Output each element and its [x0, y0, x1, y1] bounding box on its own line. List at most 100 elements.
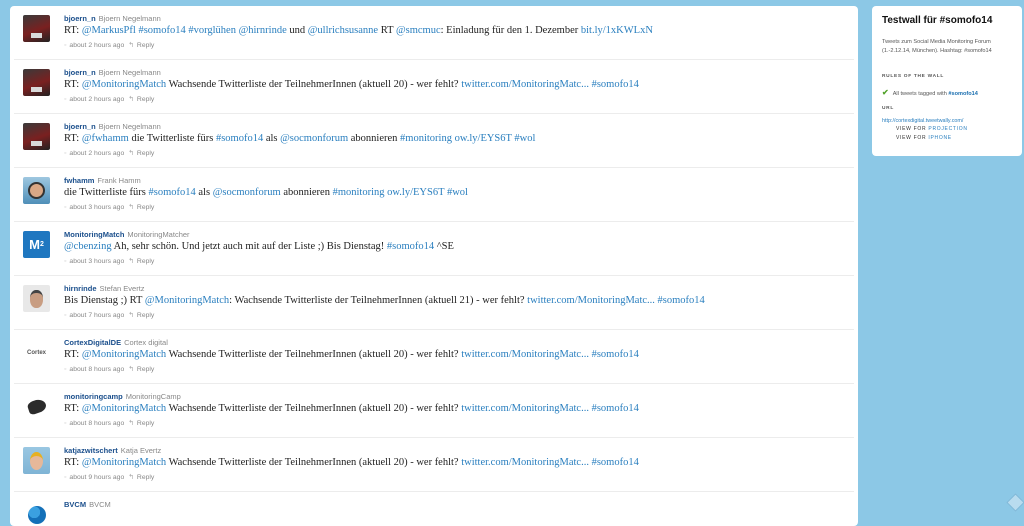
reply-icon[interactable]: ↰	[128, 258, 134, 265]
avatar[interactable]	[23, 15, 50, 42]
tweet-username[interactable]: bjoern_n	[64, 122, 96, 131]
projection-label[interactable]: PROJECTION	[928, 126, 967, 132]
check-icon: ✔	[882, 88, 889, 97]
tweet-link[interactable]: twitter.com/MonitoringMatc...	[461, 79, 589, 90]
avatar[interactable]: M2	[23, 231, 50, 258]
rules-heading: RULES OF THE WALL	[882, 74, 944, 79]
reply-button[interactable]: Reply	[137, 258, 154, 265]
tweet-link[interactable]: @MonitoringMatch	[82, 349, 166, 360]
corner-icon[interactable]	[1006, 493, 1024, 512]
reply-button[interactable]: Reply	[137, 366, 154, 373]
tweet-username[interactable]: katjazwitschert	[64, 446, 118, 455]
tweet-username[interactable]: BVCM	[64, 500, 86, 509]
tweet-link[interactable]: @fwhamm	[82, 133, 129, 144]
avatar[interactable]	[23, 177, 50, 204]
tweet-link[interactable]: #somofo14	[138, 25, 185, 36]
reply-button[interactable]: Reply	[137, 204, 154, 211]
tweet-timestamp[interactable]: about 8 hours ago	[69, 420, 124, 427]
tweet-link[interactable]: @MonitoringMatch	[82, 79, 166, 90]
tweet-username[interactable]: CortexDigitalDE	[64, 338, 121, 347]
tweet-meta: ◦ about 7 hours ago ↰ Reply	[64, 311, 154, 319]
tweet-link[interactable]: #somofo14	[387, 241, 434, 252]
tweet-username[interactable]: fwhamm	[64, 176, 94, 185]
tweet-timestamp[interactable]: about 8 hours ago	[69, 366, 124, 373]
tweet-link[interactable]: #wol	[447, 187, 468, 198]
tweet-username[interactable]: bjoern_n	[64, 14, 96, 23]
tweet-link[interactable]: #somofo14	[149, 187, 196, 198]
reply-button[interactable]: Reply	[137, 96, 154, 103]
reply-button[interactable]: Reply	[137, 474, 154, 481]
tweet-link[interactable]: ow.ly/EYS6T	[387, 187, 444, 198]
time-icon: ◦	[64, 474, 67, 481]
tweet-link[interactable]: #monitoring	[400, 133, 452, 144]
reply-icon[interactable]: ↰	[128, 474, 134, 481]
tweet-link[interactable]: #somofo14	[592, 79, 639, 90]
tweet-link[interactable]: @socmonforum	[213, 187, 281, 198]
reply-button[interactable]: Reply	[137, 420, 154, 427]
reply-button[interactable]: Reply	[137, 150, 154, 157]
tweet-link[interactable]: @MonitoringMatch	[82, 457, 166, 468]
tweet-text-segment: Wachsende Twitterliste der TeilnehmerInn…	[166, 349, 462, 360]
avatar[interactable]	[23, 501, 50, 526]
tweet-timestamp[interactable]: about 7 hours ago	[69, 312, 124, 319]
reply-icon[interactable]: ↰	[128, 420, 134, 427]
reply-button[interactable]: Reply	[137, 312, 154, 319]
view-for-label: VIEW FOR	[896, 126, 927, 132]
reply-button[interactable]: Reply	[137, 42, 154, 49]
tweet-link[interactable]: @smcmuc	[396, 25, 441, 36]
tweet-link[interactable]: #monitoring	[333, 187, 385, 198]
tweet-link[interactable]: @MarkusPfl	[82, 25, 136, 36]
tweet-link[interactable]: #somofo14	[592, 457, 639, 468]
tweet-timestamp[interactable]: about 3 hours ago	[69, 258, 124, 265]
tweet-link[interactable]: #somofo14	[592, 403, 639, 414]
avatar[interactable]	[23, 447, 50, 474]
avatar[interactable]	[23, 69, 50, 96]
tweet-link[interactable]: twitter.com/MonitoringMatc...	[527, 295, 655, 306]
iphone-label[interactable]: IPHONE	[928, 135, 951, 141]
tweet-header: bjoern_n Bjoern Negelmann	[64, 68, 161, 77]
tweet-username[interactable]: monitoringcamp	[64, 392, 123, 401]
tweet-link[interactable]: twitter.com/MonitoringMatc...	[461, 403, 589, 414]
view-iphone-link[interactable]: VIEW FOR IPHONE	[896, 135, 952, 141]
tweet-link[interactable]: #somofo14	[658, 295, 705, 306]
tweet-link[interactable]: @socmonforum	[280, 133, 348, 144]
tweet-link[interactable]: @ullrichsusanne	[308, 25, 378, 36]
reply-icon[interactable]: ↰	[128, 96, 134, 103]
avatar[interactable]	[23, 393, 50, 420]
avatar[interactable]: Cortex	[23, 339, 50, 366]
tweet-timestamp[interactable]: about 2 hours ago	[69, 150, 124, 157]
tweet-link[interactable]: @hirnrinde	[239, 25, 287, 36]
tweet-fullname: MonitoringMatcher	[127, 230, 190, 239]
tweet-link[interactable]: twitter.com/MonitoringMatc...	[461, 457, 589, 468]
tweet-link[interactable]: @cbenzing	[64, 241, 112, 252]
avatar[interactable]	[23, 285, 50, 312]
wall-title: Testwall für #somofo14	[882, 15, 993, 26]
tweet-link[interactable]: #wol	[514, 133, 535, 144]
tweet-username[interactable]: hirnrinde	[64, 284, 97, 293]
reply-icon[interactable]: ↰	[128, 204, 134, 211]
tweet-timestamp[interactable]: about 2 hours ago	[69, 42, 124, 49]
wall-url[interactable]: http://cortexdigital.tweetwally.com/	[882, 118, 963, 124]
tweet-timestamp[interactable]: about 9 hours ago	[69, 474, 124, 481]
tweet-text-segment: RT:	[64, 133, 82, 144]
tweet-link[interactable]: ow.ly/EYS6T	[455, 133, 512, 144]
tweet-link[interactable]: #somofo14	[592, 349, 639, 360]
tweet-link[interactable]: twitter.com/MonitoringMatc...	[461, 349, 589, 360]
tweet-link[interactable]: #vorglühen	[188, 25, 236, 36]
reply-icon[interactable]: ↰	[128, 312, 134, 319]
rule-tag[interactable]: #somofo14	[948, 91, 978, 97]
tweet-link[interactable]: @MonitoringMatch	[82, 403, 166, 414]
avatar[interactable]	[23, 123, 50, 150]
view-projection-link[interactable]: VIEW FOR PROJECTION	[896, 126, 968, 132]
tweet-timestamp[interactable]: about 2 hours ago	[69, 96, 124, 103]
tweet-link[interactable]: bit.ly/1xKWLxN	[581, 25, 653, 36]
tweet-link[interactable]: #somofo14	[216, 133, 263, 144]
tweet-timestamp[interactable]: about 3 hours ago	[69, 204, 124, 211]
tweet-username[interactable]: bjoern_n	[64, 68, 96, 77]
reply-icon[interactable]: ↰	[128, 42, 134, 49]
tweet-username[interactable]: MonitoringMatch	[64, 230, 124, 239]
reply-icon[interactable]: ↰	[128, 366, 134, 373]
tweet-link[interactable]: @MonitoringMatch	[145, 295, 229, 306]
reply-icon[interactable]: ↰	[128, 150, 134, 157]
tweet-text: RT: @MonitoringMatch Wachsende Twitterli…	[64, 349, 639, 360]
